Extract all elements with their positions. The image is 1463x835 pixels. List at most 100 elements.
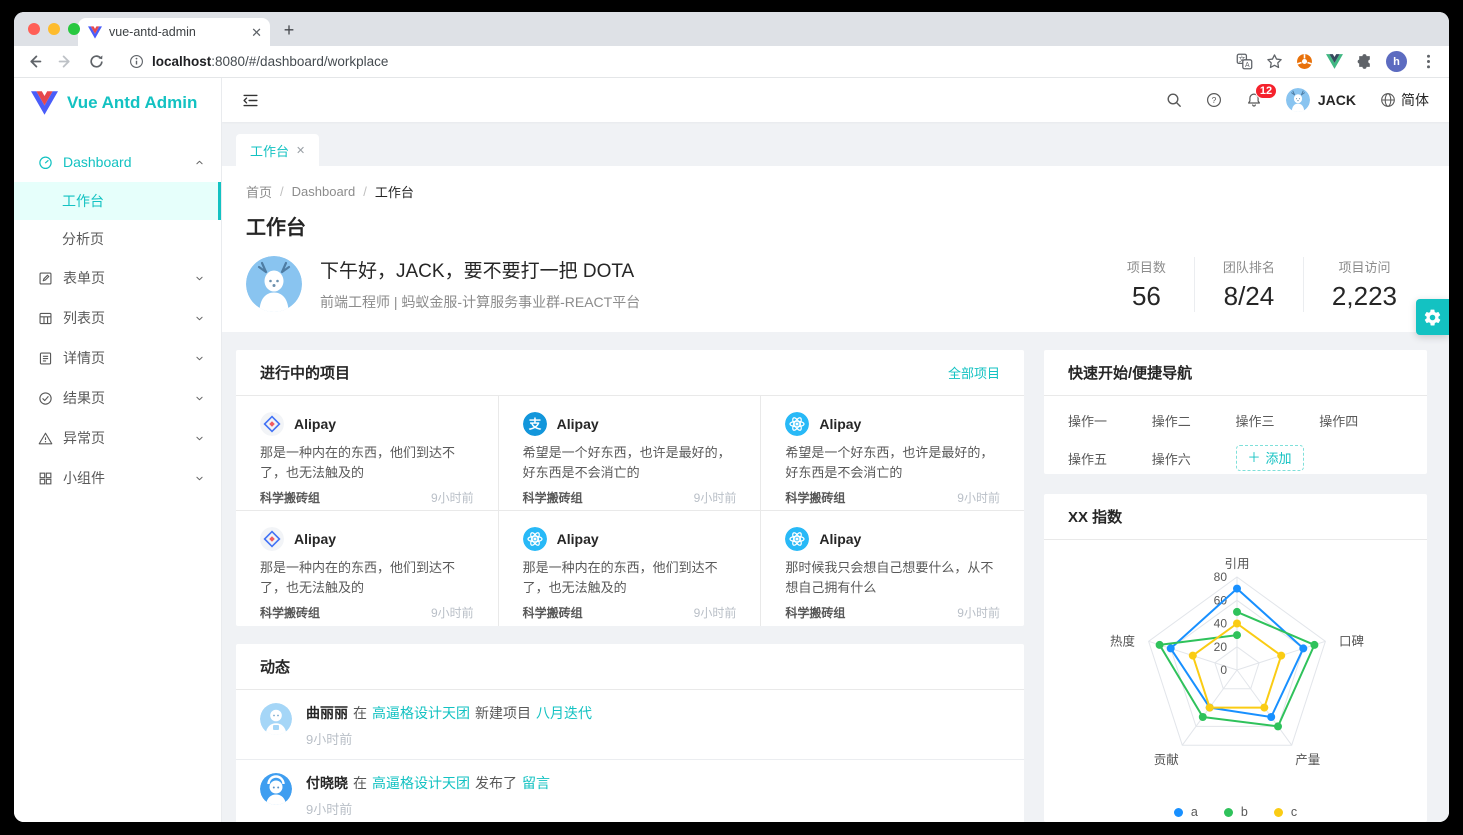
sidebar-item-label: 表单页 xyxy=(63,268,105,288)
project-time: 9小时前 xyxy=(431,489,474,506)
table-icon xyxy=(38,311,53,326)
project-group-link[interactable]: 科学搬砖组 xyxy=(260,489,320,506)
sidebar-item-list[interactable]: 列表页 xyxy=(14,298,221,338)
sidebar-subitem-label: 工作台 xyxy=(62,193,104,209)
project-time: 9小时前 xyxy=(431,604,474,621)
sidebar-item-label: 结果页 xyxy=(63,388,105,408)
page-tab-workplace[interactable]: 工作台 ✕ xyxy=(236,134,319,166)
project-title[interactable]: Alipay xyxy=(294,416,336,432)
header-actions: ? 12 JACK xyxy=(1166,88,1429,112)
new-tab-button[interactable]: + xyxy=(276,17,302,43)
project-card-5[interactable]: Alipay 那时候我只会想自己想要什么，从不想自己拥有什么 科学搬砖组 9小时… xyxy=(761,511,1024,626)
project-card-0[interactable]: Alipay 那是一种内在的东西，他们到达不了，也无法触及的 科学搬砖组 9小时… xyxy=(236,396,499,511)
page-title: 工作台 xyxy=(246,211,1425,240)
activity-user[interactable]: 曲丽丽 xyxy=(306,705,348,721)
extension-orange-icon[interactable] xyxy=(1296,53,1313,70)
quick-op-4[interactable]: 操作四 xyxy=(1319,411,1403,430)
welcome-section: 下午好，JACK，要不要打一把 DOTA 前端工程师 | 蚂蚁金服-计算服务事业… xyxy=(246,256,1425,312)
project-title[interactable]: Alipay xyxy=(294,531,336,547)
url-host: localhost xyxy=(152,54,211,69)
project-title[interactable]: Alipay xyxy=(819,531,861,547)
activity-team-link[interactable]: 高逼格设计天团 xyxy=(372,775,470,791)
sidebar-item-result[interactable]: 结果页 xyxy=(14,378,221,418)
project-title[interactable]: Alipay xyxy=(819,416,861,432)
collapse-sidebar-icon[interactable] xyxy=(242,92,259,109)
activity-time: 9小时前 xyxy=(306,729,592,748)
avatar-girl xyxy=(260,703,292,735)
translate-icon[interactable]: 文A xyxy=(1236,53,1253,70)
back-button[interactable] xyxy=(26,53,43,70)
project-title[interactable]: Alipay xyxy=(557,416,599,432)
bookmark-star-icon[interactable] xyxy=(1266,53,1283,70)
zoom-window-button[interactable] xyxy=(68,23,80,35)
browser-tab[interactable]: vue-antd-admin ✕ xyxy=(78,18,270,46)
project-group-link[interactable]: 科学搬砖组 xyxy=(523,489,583,506)
activity-user[interactable]: 付晓晓 xyxy=(306,775,348,791)
minimize-window-button[interactable] xyxy=(48,23,60,35)
left-column: 进行中的项目 全部项目 Alipay 那是一种内在的东西，他们到达不了，也无法触… xyxy=(236,350,1024,822)
quick-op-5[interactable]: 操作五 xyxy=(1068,449,1152,468)
sidebar-item-detail[interactable]: 详情页 xyxy=(14,338,221,378)
activity-target-link[interactable]: 八月迭代 xyxy=(536,705,592,721)
browser-menu-icon[interactable] xyxy=(1420,53,1437,70)
vue-devtools-icon[interactable] xyxy=(1326,53,1343,70)
reload-button[interactable] xyxy=(88,53,105,70)
project-card-4[interactable]: Alipay 那是一种内在的东西，他们到达不了，也无法触及的 科学搬砖组 9小时… xyxy=(499,511,762,626)
project-group-link[interactable]: 科学搬砖组 xyxy=(785,604,845,621)
project-group-link[interactable]: 科学搬砖组 xyxy=(260,604,320,621)
widget-icon xyxy=(38,471,53,486)
project-time: 9小时前 xyxy=(694,489,737,506)
url-bar[interactable]: localhost:8080/#/dashboard/workplace xyxy=(119,50,1222,74)
project-card-2[interactable]: Alipay 希望是一个好东西，也许是最好的，好东西是不会消亡的 科学搬砖组 9… xyxy=(761,396,1024,511)
sidebar-item-widget[interactable]: 小组件 xyxy=(14,458,221,498)
legend-item-b[interactable]: b xyxy=(1224,805,1248,819)
project-card-3[interactable]: Alipay 那是一种内在的东西，他们到达不了，也无法触及的 科学搬砖组 9小时… xyxy=(236,511,499,626)
breadcrumb-home[interactable]: 首页 xyxy=(246,182,272,201)
stat-label: 项目访问 xyxy=(1332,257,1397,276)
search-icon[interactable] xyxy=(1166,92,1182,108)
activity-action: 新建项目 xyxy=(475,705,531,721)
legend-dot xyxy=(1174,808,1183,817)
quick-op-3[interactable]: 操作三 xyxy=(1236,411,1320,430)
project-title[interactable]: Alipay xyxy=(557,531,599,547)
sidebar-item-exception[interactable]: 异常页 xyxy=(14,418,221,458)
language-switcher[interactable]: 简体 xyxy=(1380,90,1429,110)
all-projects-link[interactable]: 全部项目 xyxy=(948,363,1000,382)
extensions-puzzle-icon[interactable] xyxy=(1356,53,1373,70)
sidebar-item-dashboard[interactable]: Dashboard xyxy=(14,142,221,182)
quick-op-6[interactable]: 操作六 xyxy=(1152,449,1236,468)
app-logo[interactable]: Vue Antd Admin xyxy=(14,80,221,126)
notification-bell[interactable]: 12 xyxy=(1246,92,1262,108)
add-operation-button[interactable]: ＋添加 xyxy=(1236,445,1304,471)
legend-item-a[interactable]: a xyxy=(1174,805,1198,819)
project-group-link[interactable]: 科学搬砖组 xyxy=(523,604,583,621)
activity-team-link[interactable]: 高逼格设计天团 xyxy=(372,705,470,721)
project-card-1[interactable]: 支 Alipay 希望是一个好东西，也许是最好的，好东西是不会消亡的 科学搬砖组… xyxy=(499,396,762,511)
stat-value: 56 xyxy=(1127,281,1166,312)
stat-1: 团队排名 8/24 xyxy=(1194,257,1303,312)
user-menu[interactable]: JACK xyxy=(1286,88,1356,112)
project-group-link[interactable]: 科学搬砖组 xyxy=(785,489,845,506)
browser-profile-avatar[interactable]: h xyxy=(1386,51,1407,72)
activity-target-link[interactable]: 留言 xyxy=(522,775,550,791)
sidebar-subitem-analysis[interactable]: 分析页 xyxy=(14,220,221,258)
activity-connector: 在 xyxy=(353,775,367,791)
forward-button[interactable] xyxy=(57,53,74,70)
tab-close-icon[interactable]: ✕ xyxy=(251,26,262,39)
help-icon[interactable]: ? xyxy=(1206,92,1222,108)
quick-op-1[interactable]: 操作一 xyxy=(1068,411,1152,430)
sidebar-item-form[interactable]: 表单页 xyxy=(14,258,221,298)
close-window-button[interactable] xyxy=(28,23,40,35)
notification-badge: 12 xyxy=(1255,83,1277,99)
page-tab-close-icon[interactable]: ✕ xyxy=(296,144,305,157)
site-info-icon[interactable] xyxy=(129,54,144,69)
sidebar: Vue Antd Admin Dashboard 工作台分析页 表单页 列表页 … xyxy=(14,78,222,822)
legend-item-c[interactable]: c xyxy=(1274,805,1297,819)
quick-op-2[interactable]: 操作二 xyxy=(1152,411,1236,430)
settings-gear-button[interactable] xyxy=(1416,299,1449,335)
breadcrumb-dashboard[interactable]: Dashboard xyxy=(292,184,356,199)
activity-time: 9小时前 xyxy=(306,799,550,818)
sidebar-subitem-workplace[interactable]: 工作台 xyxy=(14,182,221,220)
project-description: 那是一种内在的东西，他们到达不了，也无法触及的 xyxy=(260,443,474,483)
svg-text:支: 支 xyxy=(527,417,541,432)
